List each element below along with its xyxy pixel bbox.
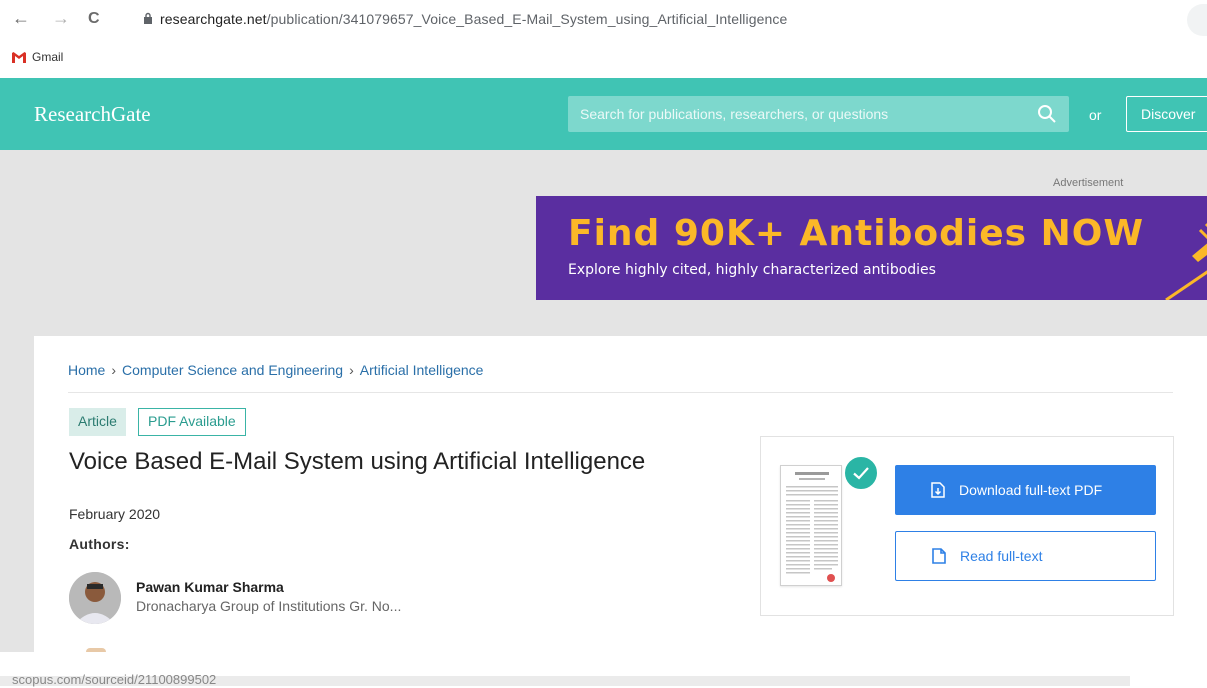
search-input[interactable] xyxy=(568,96,1028,132)
avatar[interactable] xyxy=(69,572,121,624)
pdf-available-badge: PDF Available xyxy=(138,408,246,436)
browser-toolbar: ← → C researchgate.net/publication/34107… xyxy=(0,0,1207,40)
author-affiliation: Dronacharya Group of Institutions Gr. No… xyxy=(136,598,402,614)
publication-date: February 2020 xyxy=(69,506,161,522)
or-text: or xyxy=(1089,107,1102,123)
url-host: researchgate.net xyxy=(160,11,267,27)
publication-title: Voice Based E-Mail System using Artifici… xyxy=(69,448,646,475)
pdf-thumbnail[interactable] xyxy=(780,465,842,586)
author-photo xyxy=(69,572,121,624)
breadcrumb-separator: › xyxy=(349,362,354,378)
ad-banner[interactable]: Find 90K+ Antibodies NOW Explore highly … xyxy=(536,196,1207,300)
researchgate-logo[interactable]: ResearchGate xyxy=(34,102,151,127)
url-path: /publication/341079657_Voice_Based_E-Mai… xyxy=(266,11,788,27)
full-text-panel: Download full-text PDF Read full-text xyxy=(760,436,1174,616)
breadcrumb-home[interactable]: Home xyxy=(68,362,105,378)
read-full-text-label: Read full-text xyxy=(960,548,1043,564)
breadcrumb-separator: › xyxy=(111,362,117,378)
download-pdf-label: Download full-text PDF xyxy=(959,482,1103,498)
author-name-link[interactable]: Pawan Kumar Sharma xyxy=(136,579,284,595)
advertisement-label: Advertisement xyxy=(1053,177,1124,189)
gmail-icon xyxy=(12,51,26,63)
article-badge: Article xyxy=(69,408,126,436)
bookmarks-bar: Gmail xyxy=(0,40,1207,78)
ad-illustration-icon xyxy=(1165,223,1207,300)
bookmark-gmail[interactable]: Gmail xyxy=(12,50,63,64)
breadcrumb-computer-science[interactable]: Computer Science and Engineering xyxy=(122,362,343,378)
back-button[interactable]: ← xyxy=(12,8,30,28)
address-bar-url[interactable]: researchgate.net/publication/341079657_V… xyxy=(160,11,787,27)
site-header: ResearchGate or Discover xyxy=(0,78,1207,150)
checkmark-badge xyxy=(843,455,879,491)
ad-subtext: Explore highly cited, highly characteriz… xyxy=(568,262,936,278)
publication-card: Home › Computer Science and Engineering … xyxy=(34,336,1207,652)
ad-headline: Find 90K+ Antibodies NOW xyxy=(568,213,1145,254)
background-window-url: scopus.com/sourceid/21100899502 xyxy=(12,672,217,687)
authors-label: Authors: xyxy=(69,536,130,552)
search-box xyxy=(568,96,1069,132)
lock-icon[interactable] xyxy=(143,12,153,24)
download-file-icon xyxy=(931,482,945,498)
reload-button[interactable]: C xyxy=(88,9,100,29)
download-pdf-button[interactable]: Download full-text PDF xyxy=(895,465,1156,515)
bookmark-gmail-label: Gmail xyxy=(32,50,64,64)
discover-button[interactable]: Discover xyxy=(1126,96,1207,132)
background-window: scopus.com/sourceid/21100899502 xyxy=(0,652,1207,688)
document-icon xyxy=(932,548,946,564)
pdf-preview-icon xyxy=(786,472,838,582)
breadcrumb: Home › Computer Science and Engineering … xyxy=(68,362,483,378)
forward-button[interactable]: → xyxy=(52,8,70,28)
omnibox-edge xyxy=(1187,4,1207,36)
divider xyxy=(68,392,1173,393)
search-icon[interactable] xyxy=(1037,104,1057,124)
breadcrumb-artificial-intelligence[interactable]: Artificial Intelligence xyxy=(360,362,484,378)
check-icon xyxy=(853,467,869,480)
read-full-text-button[interactable]: Read full-text xyxy=(895,531,1156,581)
